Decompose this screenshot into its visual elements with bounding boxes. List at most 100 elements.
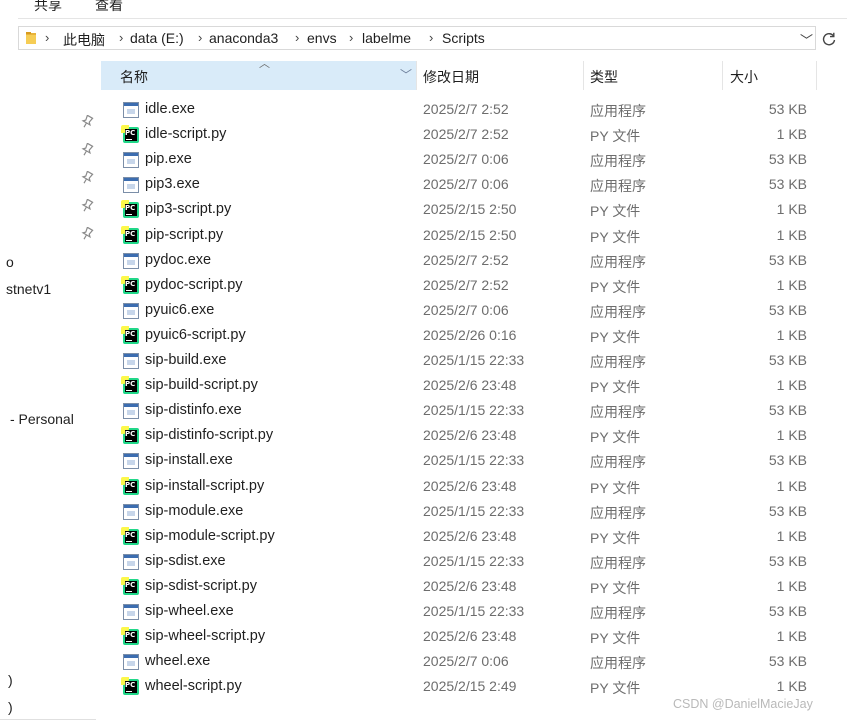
pin-icon[interactable] (80, 227, 94, 241)
file-size: 53 KB (768, 653, 807, 670)
file-row[interactable]: pip3.exe 2025/2/7 0:06 应用程序 53 KB (101, 173, 817, 198)
pycharm-file-icon: PC (121, 476, 139, 495)
file-type: 应用程序 (590, 404, 646, 421)
file-row[interactable]: PC sip-distinfo-script.py 2025/2/6 23:48 PY… (101, 424, 817, 449)
file-size: 53 KB (768, 352, 807, 368)
nav-item[interactable]: - Personal (10, 411, 74, 427)
breadcrumb-anaconda3[interactable]: anaconda3 (209, 30, 278, 46)
nav-item[interactable]: o (6, 254, 14, 270)
file-row[interactable]: pydoc.exe 2025/2/7 2:52 应用程序 53 KB (101, 249, 817, 274)
file-type: 应用程序 (590, 605, 646, 621)
pin-icon[interactable] (80, 115, 94, 129)
file-row[interactable]: sip-sdist.exe 2025/1/15 22:33 应用程序 53 KB (101, 550, 817, 575)
column-header-name[interactable]: ︿ 名称 ﹀ (101, 58, 416, 90)
nav-divider (0, 719, 96, 720)
file-modified-date: 2025/1/15 22:33 (423, 352, 525, 368)
file-row[interactable]: sip-build.exe 2025/1/15 22:33 应用程序 53 KB (101, 349, 817, 374)
ribbon-tab-view[interactable]: 查看 (95, 0, 123, 15)
pycharm-file-icon: PC (121, 627, 139, 646)
column-header-date[interactable]: 修改日期 (416, 61, 583, 90)
pin-icon[interactable] (80, 171, 94, 185)
file-type: 应用程序 (590, 655, 646, 672)
file-type: PY 文件 (590, 128, 641, 145)
pycharm-file-icon: PC (121, 125, 139, 144)
file-name: pyuic6.exe (145, 301, 215, 318)
breadcrumb-chevron-icon[interactable]: › (45, 30, 49, 45)
nav-item[interactable]: stnetv1 (6, 281, 51, 297)
file-row[interactable]: idle.exe 2025/2/7 2:52 应用程序 53 KB (101, 98, 817, 123)
file-modified-date: 2025/1/15 22:33 (423, 452, 525, 469)
pycharm-file-icon: PC (121, 325, 139, 344)
column-header-type-label: 类型 (590, 69, 618, 85)
nav-item[interactable]: ) (8, 699, 13, 715)
file-name: sip-module-script.py (145, 527, 275, 544)
file-size: 53 KB (768, 176, 807, 193)
file-row[interactable]: PC pip-script.py 2025/2/15 2:50 PY 文件 1 KB (101, 224, 817, 249)
refresh-button[interactable] (818, 28, 840, 50)
breadcrumb-this-pc[interactable]: 此电脑 (63, 30, 105, 50)
column-header-type[interactable]: 类型 (583, 61, 722, 90)
breadcrumb-chevron-icon[interactable]: › (119, 30, 123, 45)
breadcrumb-scripts[interactable]: Scripts (442, 30, 485, 46)
file-row[interactable]: PC idle-script.py 2025/2/7 2:52 PY 文件 1 KB (101, 123, 817, 148)
ribbon-divider (18, 18, 847, 19)
column-header-size[interactable]: 大小 (722, 61, 816, 90)
file-row[interactable]: PC pyuic6-script.py 2025/2/26 0:16 PY 文件 1 K… (101, 324, 817, 349)
file-type: 应用程序 (590, 103, 646, 119)
address-dropdown-icon[interactable]: ﹀ (800, 30, 813, 49)
breadcrumb-data-drive[interactable]: data (E:) (130, 30, 184, 46)
file-row[interactable]: sip-distinfo.exe 2025/1/15 22:33 应用程序 53 KB (101, 399, 817, 424)
file-row[interactable]: PC sip-build-script.py 2025/2/6 23:48 PY 文件… (101, 374, 817, 399)
pycharm-file-icon: PC (121, 677, 139, 696)
nav-item[interactable]: ) (8, 672, 13, 688)
application-icon (123, 403, 139, 420)
file-row[interactable]: PC sip-sdist-script.py 2025/2/6 23:48 PY 文件… (101, 575, 817, 600)
file-name: sip-distinfo.exe (145, 402, 242, 419)
sort-ascending-icon: ︿ (259, 58, 270, 70)
pin-icon[interactable] (80, 199, 94, 213)
file-type: PY 文件 (590, 228, 641, 245)
breadcrumb-chevron-icon[interactable]: › (295, 30, 299, 45)
column-header-size-label: 大小 (730, 69, 758, 85)
column-filter-chevron-icon[interactable]: ﹀ (400, 66, 412, 83)
breadcrumb-chevron-icon[interactable]: › (349, 30, 353, 45)
file-type: 应用程序 (590, 153, 646, 170)
file-size: 1 KB (776, 126, 807, 143)
file-row[interactable]: PC sip-module-script.py 2025/2/6 23:48 PY 文… (101, 525, 817, 550)
application-icon (123, 353, 139, 369)
file-size: 53 KB (768, 101, 807, 117)
application-icon (123, 102, 139, 118)
file-modified-date: 2025/2/15 2:50 (423, 226, 517, 243)
file-row[interactable]: PC sip-wheel-script.py 2025/2/6 23:48 PY 文件… (101, 625, 817, 650)
ribbon-tab-share[interactable]: 共享 (34, 0, 62, 15)
breadcrumb-chevron-icon[interactable]: › (198, 30, 202, 45)
breadcrumb-labelme[interactable]: labelme (362, 30, 411, 46)
file-size: 1 KB (776, 326, 807, 343)
application-icon (123, 604, 139, 620)
breadcrumb-envs[interactable]: envs (307, 30, 337, 46)
file-row[interactable]: PC pydoc-script.py 2025/2/7 2:52 PY 文件 1 KB (101, 274, 817, 299)
file-row[interactable]: sip-module.exe 2025/1/15 22:33 应用程序 53 KB (101, 500, 817, 525)
file-row[interactable]: PC pip3-script.py 2025/2/15 2:50 PY 文件 1 KB (101, 198, 817, 223)
file-size: 53 KB (768, 402, 807, 419)
column-divider[interactable] (816, 61, 817, 90)
file-row[interactable]: wheel.exe 2025/2/7 0:06 应用程序 53 KB (101, 650, 817, 675)
file-type: PY 文件 (590, 429, 641, 446)
file-size: 53 KB (768, 251, 807, 268)
address-bar[interactable]: › 此电脑 › data (E:) › anaconda3 › envs › l… (18, 26, 816, 50)
file-row[interactable]: sip-install.exe 2025/1/15 22:33 应用程序 53 KB (101, 449, 817, 474)
file-row[interactable]: sip-wheel.exe 2025/1/15 22:33 应用程序 53 KB (101, 600, 817, 625)
file-size: 1 KB (776, 678, 807, 695)
file-size: 53 KB (768, 552, 807, 569)
file-name: wheel.exe (145, 653, 211, 670)
breadcrumb-chevron-icon[interactable]: › (429, 30, 433, 45)
file-row[interactable]: pip.exe 2025/2/7 0:06 应用程序 53 KB (101, 148, 817, 173)
ribbon: 共享 查看 (0, 0, 847, 18)
file-modified-date: 2025/2/6 23:48 (423, 477, 517, 494)
file-row[interactable]: PC sip-install-script.py 2025/2/6 23:48 PY … (101, 475, 817, 500)
file-type: 应用程序 (590, 554, 646, 571)
pin-icon[interactable] (80, 143, 94, 157)
file-modified-date: 2025/1/15 22:33 (423, 502, 525, 519)
file-name: sip-distinfo-script.py (145, 427, 274, 444)
file-row[interactable]: pyuic6.exe 2025/2/7 0:06 应用程序 53 KB (101, 299, 817, 324)
